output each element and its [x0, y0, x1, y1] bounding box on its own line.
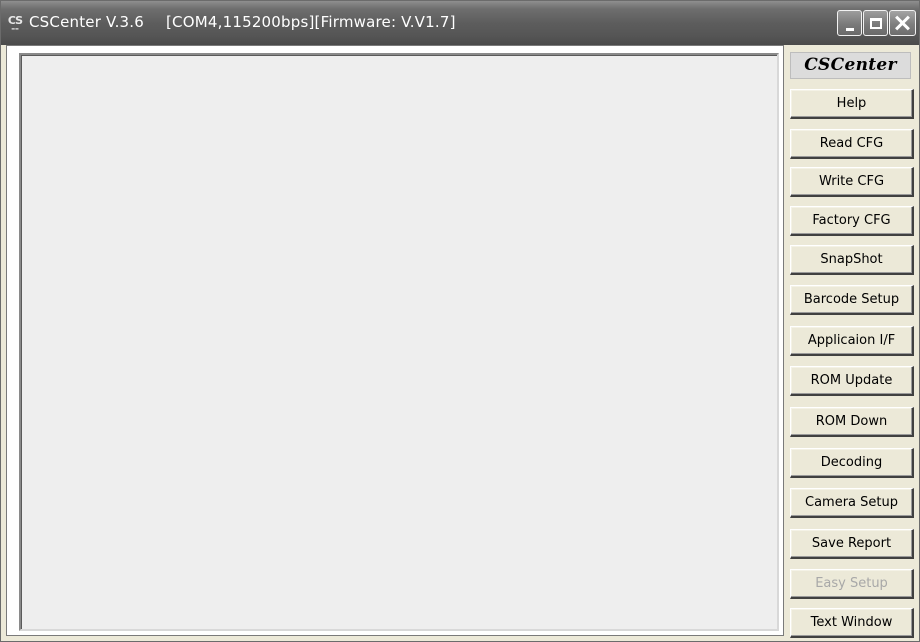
text-window-button[interactable]: Text Window	[790, 608, 914, 638]
window-title: CSCenter V.3.6	[29, 13, 144, 31]
cs-app-icon[interactable]: CS ▬▬	[7, 14, 23, 32]
application-if-button[interactable]: Applicaion I/F	[790, 326, 914, 356]
maximize-button[interactable]	[863, 10, 888, 36]
help-button[interactable]: Help	[790, 89, 914, 119]
easy-setup-button[interactable]: Easy Setup	[790, 569, 914, 599]
save-report-button[interactable]: Save Report	[790, 529, 914, 559]
barcode-setup-button[interactable]: Barcode Setup	[790, 285, 914, 315]
sidebar-header: CSCenter	[790, 52, 911, 79]
minimize-icon	[845, 27, 854, 31]
title-bar[interactable]: CS ▬▬ CSCenter V.3.6 [COM4,115200bps][Fir…	[1, 1, 919, 45]
minimize-button[interactable]	[837, 10, 862, 36]
app-icon-underline: ▬▬	[11, 26, 19, 31]
read-cfg-button[interactable]: Read CFG	[790, 129, 914, 159]
camera-setup-button[interactable]: Camera Setup	[790, 488, 914, 518]
close-icon	[895, 15, 911, 31]
window-title-area: CSCenter V.3.6 [COM4,115200bps][Firmware:…	[29, 13, 456, 31]
connection-status: [COM4,115200bps][Firmware: V.V1.7]	[166, 13, 456, 31]
snapshot-button[interactable]: SnapShot	[790, 245, 914, 275]
sidebar: CSCenter Help Read CFG Write CFG Factory…	[786, 45, 920, 641]
app-window: CS ▬▬ CSCenter V.3.6 [COM4,115200bps][Fir…	[0, 0, 920, 642]
decoding-button[interactable]: Decoding	[790, 448, 914, 478]
image-view-area[interactable]	[19, 53, 779, 631]
factory-cfg-button[interactable]: Factory CFG	[790, 206, 914, 236]
rom-update-button[interactable]: ROM Update	[790, 366, 914, 396]
rom-down-button[interactable]: ROM Down	[790, 407, 914, 437]
maximize-icon	[869, 17, 882, 29]
main-display-panel	[6, 45, 784, 636]
write-cfg-button[interactable]: Write CFG	[790, 167, 914, 197]
close-button[interactable]	[889, 10, 916, 36]
app-icon-text: CS	[7, 14, 23, 27]
